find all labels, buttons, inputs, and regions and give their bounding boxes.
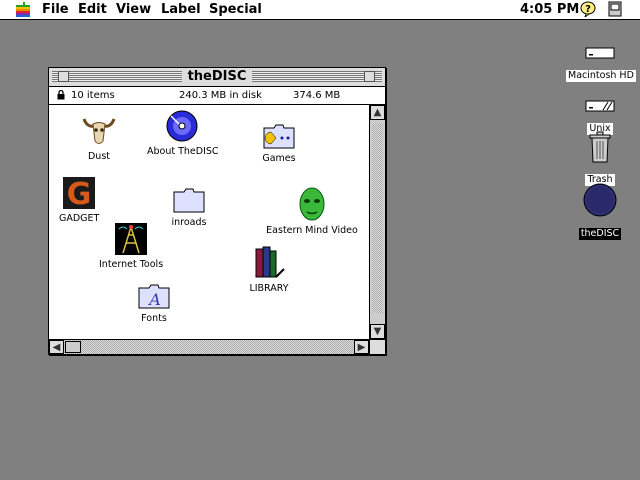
file-item-library[interactable]: LIBRARY	[244, 245, 294, 294]
scroll-left-arrow-icon[interactable]: ◀	[49, 340, 64, 354]
desktop-icon-unix[interactable]: Unix	[566, 97, 634, 135]
menu-special[interactable]: Special	[209, 1, 262, 18]
hard-drive-icon	[585, 47, 615, 59]
menu-clock[interactable]: 4:05 PM	[520, 1, 579, 18]
file-item-about-thedisc[interactable]: About TheDISC	[147, 110, 219, 157]
blue-disc-icon	[166, 110, 198, 142]
file-label: Games	[262, 153, 296, 164]
file-label: Eastern Mind Video	[266, 225, 358, 236]
resize-grow-box-icon[interactable]	[369, 339, 385, 354]
apple-menu-icon[interactable]	[16, 2, 30, 17]
hard-drive-icon	[585, 100, 615, 112]
finder-window[interactable]: theDISC 10 items 240.3 MB in disk 374.6 …	[48, 67, 386, 355]
file-label: Fonts	[141, 313, 167, 324]
file-item-internet-tools[interactable]: Internet Tools	[99, 223, 163, 270]
file-item-eastern-mind-video[interactable]: Eastern Mind Video	[264, 187, 360, 236]
window-titlebar[interactable]: theDISC	[49, 68, 385, 87]
cd-icon	[583, 183, 617, 217]
window-info-bar: 10 items 240.3 MB in disk 374.6 MB avail…	[49, 87, 385, 118]
file-label: GADGET	[59, 213, 100, 224]
file-item-games[interactable]: Games	[254, 123, 304, 164]
file-label: LIBRARY	[249, 283, 289, 294]
window-title: theDISC	[181, 69, 253, 84]
file-label: inroads	[171, 217, 207, 228]
books-icon	[255, 246, 285, 278]
zoom-box-icon[interactable]	[364, 71, 375, 82]
gadget-g-icon: G	[63, 177, 95, 212]
radio-tower-icon	[115, 223, 147, 255]
horizontal-scroll-thumb[interactable]	[65, 341, 81, 353]
menu-edit[interactable]: Edit	[78, 1, 107, 18]
desktop-icon-label: theDISC	[578, 228, 622, 240]
scroll-right-arrow-icon[interactable]: ▶	[354, 340, 369, 354]
scroll-down-arrow-icon[interactable]: ▼	[370, 324, 385, 339]
file-label: Dust	[87, 151, 110, 162]
folder-icon	[173, 188, 205, 213]
folder-pacman-icon	[263, 124, 295, 149]
desktop-icon-label: Macintosh HD	[566, 70, 636, 82]
menu-view[interactable]: View	[116, 1, 151, 18]
desktop-icon-macintosh-hd[interactable]: Macintosh HD	[566, 44, 636, 82]
disk-usage: 240.3 MB in disk	[179, 90, 262, 101]
finder-app-icon[interactable]	[608, 1, 622, 17]
menu-file[interactable]: File	[42, 1, 69, 18]
file-item-fonts[interactable]: A Fonts	[129, 283, 179, 324]
file-label: Internet Tools	[99, 259, 164, 270]
desktop-icon-thedisc[interactable]: theDISC	[570, 183, 630, 240]
fonts-folder-icon: A	[138, 284, 170, 309]
menu-bar: File Edit View Label Special 4:05 PM ?	[0, 0, 640, 20]
svg-text:G: G	[67, 177, 92, 209]
green-face-icon	[299, 187, 325, 221]
file-item-inroads[interactable]: inroads	[164, 187, 214, 228]
trash-icon	[589, 131, 611, 163]
lock-icon	[57, 90, 65, 100]
desktop-icon-trash[interactable]: Trash	[570, 131, 630, 186]
bull-skull-icon	[82, 118, 116, 144]
horizontal-scrollbar[interactable]: ◀ ▶	[49, 339, 369, 354]
help-balloon-icon[interactable]: ?	[580, 1, 596, 17]
menu-label[interactable]: Label	[161, 1, 201, 18]
scroll-up-arrow-icon[interactable]: ▲	[370, 105, 385, 120]
item-count: 10 items	[71, 90, 115, 101]
file-label: About TheDISC	[147, 146, 219, 157]
vertical-scrollbar[interactable]: ▲ ▼	[369, 105, 385, 339]
svg-text:?: ?	[585, 4, 591, 15]
file-item-dust[interactable]: Dust	[74, 115, 124, 162]
file-item-gadget[interactable]: G GADGET	[59, 177, 99, 224]
svg-text:A: A	[147, 290, 161, 309]
vertical-scroll-track[interactable]	[372, 123, 383, 313]
window-content: Dust About TheDISC Games G GADGET inroad…	[49, 105, 369, 339]
